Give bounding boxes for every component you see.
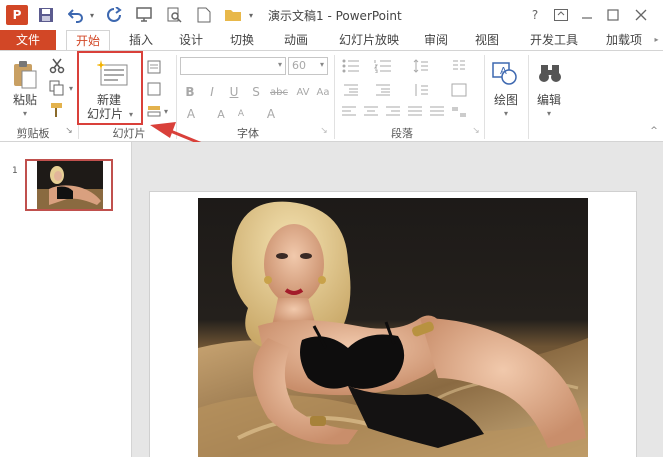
tab-animations[interactable]: 动画	[279, 30, 313, 50]
title-bar: P ▾ ▾ 演示文稿1 - PowerPoint ?	[0, 0, 663, 30]
drawing-dropdown-icon[interactable]: ▾	[500, 107, 512, 121]
separator	[176, 55, 177, 139]
font-name-combo[interactable]: ▾	[180, 57, 286, 75]
font-launcher-icon[interactable]: ↘	[318, 125, 330, 137]
decrease-indent-icon[interactable]	[340, 81, 362, 99]
tab-transitions[interactable]: 切换	[225, 30, 259, 50]
slide-editing-area	[133, 142, 663, 457]
cut-icon[interactable]	[48, 57, 66, 75]
tab-home[interactable]: 开始	[66, 30, 110, 51]
slide-number: 1	[12, 166, 18, 176]
tab-design[interactable]: 设计	[174, 30, 208, 50]
ribbon-display-options-icon[interactable]	[552, 6, 570, 24]
tab-developer[interactable]: 开发工具	[524, 30, 584, 50]
ribbon-tabs: 文件 开始 插入 设计 切换 动画 幻灯片放映 审阅 视图 开发工具 加载项 ▸	[0, 30, 663, 51]
bullets-icon[interactable]	[340, 57, 362, 75]
editing-dropdown-icon[interactable]: ▾	[543, 107, 555, 121]
align-center-icon[interactable]	[362, 103, 380, 121]
drawing-label[interactable]: 绘图	[486, 93, 526, 107]
find-binoculars-icon[interactable]	[536, 59, 564, 87]
clipboard-group-label: 剪贴板	[16, 127, 50, 140]
tab-view[interactable]: 视图	[470, 30, 504, 50]
redo-icon[interactable]	[104, 5, 124, 25]
align-text-icon[interactable]	[448, 81, 470, 99]
slide-canvas[interactable]	[149, 191, 637, 457]
font-color-icon[interactable]: A	[182, 105, 200, 123]
layout-icon[interactable]	[146, 59, 162, 75]
undo-dropdown-icon[interactable]: ▾	[87, 5, 97, 25]
justify-icon[interactable]	[406, 103, 424, 121]
slide-photo[interactable]	[198, 198, 588, 457]
slide-thumbnail[interactable]	[25, 159, 113, 211]
print-preview-icon[interactable]	[164, 5, 184, 25]
font-size-value: 60	[292, 59, 306, 72]
character-spacing-icon[interactable]: AV	[292, 83, 314, 101]
align-left-icon[interactable]	[340, 103, 358, 121]
tab-scroll-icon[interactable]: ▸	[650, 30, 663, 50]
tab-add-ins[interactable]: 加载项	[600, 30, 648, 50]
customize-quick-access-icon[interactable]: ▾	[246, 5, 256, 25]
line-spacing-icon[interactable]	[412, 57, 430, 75]
bold-icon[interactable]: B	[182, 83, 198, 101]
editing-label[interactable]: 编辑	[528, 93, 570, 107]
format-painter-icon[interactable]	[48, 101, 66, 119]
minimize-icon[interactable]	[578, 6, 596, 24]
main-area: 1	[0, 142, 663, 457]
italic-icon[interactable]: I	[204, 83, 220, 101]
align-right-icon[interactable]	[384, 103, 402, 121]
help-button[interactable]: ?	[526, 6, 544, 24]
tab-review[interactable]: 审阅	[419, 30, 453, 50]
strikethrough-icon[interactable]: abc	[268, 83, 290, 101]
grow-font-icon[interactable]: A	[212, 105, 230, 123]
paragraph-group-label: 段落	[391, 127, 413, 140]
shrink-font-icon[interactable]: A	[232, 105, 250, 123]
paste-dropdown-icon[interactable]: ▾	[18, 107, 32, 121]
section-dropdown-icon[interactable]: ▾	[162, 105, 170, 117]
copy-dropdown-icon[interactable]: ▾	[66, 81, 76, 95]
columns-icon[interactable]	[448, 57, 470, 75]
section-icon[interactable]	[146, 103, 162, 119]
clipboard-launcher-icon[interactable]: ↘	[63, 125, 75, 137]
tab-insert[interactable]: 插入	[124, 30, 158, 50]
close-icon[interactable]	[632, 6, 650, 24]
smartart-icon[interactable]	[448, 103, 470, 121]
paste-label[interactable]: 粘贴	[10, 93, 40, 107]
separator	[334, 55, 335, 139]
open-folder-icon[interactable]	[222, 5, 244, 25]
svg-text:A: A	[500, 66, 507, 77]
drawing-shapes-icon[interactable]: A	[490, 59, 520, 89]
separator	[484, 55, 485, 139]
new-icon[interactable]	[194, 5, 214, 25]
font-size-combo[interactable]: 60 ▾	[288, 57, 328, 75]
increase-indent-icon[interactable]	[372, 81, 394, 99]
shadow-icon[interactable]: S	[248, 83, 264, 101]
powerpoint-logo-icon: P	[6, 5, 28, 25]
touch-mode-icon[interactable]	[134, 5, 154, 25]
undo-icon[interactable]	[66, 5, 86, 25]
copy-icon[interactable]	[48, 79, 66, 97]
annotation-highlight-box	[77, 51, 143, 125]
tab-file[interactable]: 文件	[0, 30, 56, 50]
slides-group-label: 幻灯片	[112, 127, 146, 140]
save-icon[interactable]	[36, 5, 56, 25]
maximize-icon[interactable]	[604, 6, 622, 24]
numbering-icon[interactable]	[372, 57, 394, 75]
reset-slide-icon[interactable]	[146, 81, 162, 97]
tab-slide-show[interactable]: 幻灯片放映	[333, 30, 405, 50]
slide-thumbnail-pane: 1	[0, 142, 132, 457]
underline-icon[interactable]: U	[226, 83, 242, 101]
window-title: 演示文稿1 - PowerPoint	[268, 9, 402, 23]
paste-icon[interactable]	[10, 59, 40, 91]
paragraph-launcher-icon[interactable]: ↘	[470, 125, 482, 137]
clear-format-icon[interactable]: A	[262, 105, 280, 123]
distributed-icon[interactable]	[428, 103, 446, 121]
change-case-icon[interactable]: Aa	[316, 83, 330, 101]
text-direction-icon[interactable]	[412, 81, 430, 99]
font-group-label: 字体	[237, 127, 259, 140]
collapse-ribbon-icon[interactable]: ^	[648, 125, 660, 137]
